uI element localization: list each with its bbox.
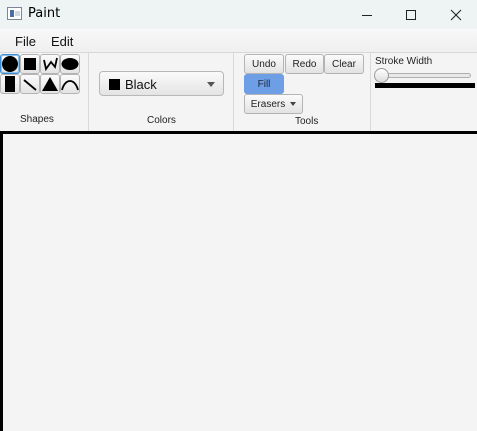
circle-icon [2, 56, 18, 72]
ellipse-icon [61, 58, 79, 70]
menu-file[interactable]: File [15, 34, 36, 49]
line-icon [23, 79, 37, 91]
menu-bar: File Edit [0, 29, 477, 53]
paint-app-icon [7, 7, 22, 20]
stroke-width-slider-thumb[interactable] [374, 68, 389, 83]
shape-curve-button[interactable] [60, 74, 80, 94]
color-select-value: Black [125, 77, 157, 92]
square-icon [24, 58, 36, 70]
triangle-icon [42, 77, 58, 91]
separator [370, 53, 371, 131]
shape-line-button[interactable] [20, 74, 40, 94]
stroke-width-label: Stroke Width [375, 56, 433, 67]
maximize-icon [406, 9, 416, 20]
stroke-width-slider-track[interactable] [378, 73, 471, 78]
minimize-button[interactable] [345, 0, 389, 29]
shape-rectangle-button[interactable] [0, 74, 20, 94]
fill-toggle-button[interactable]: Fill [244, 74, 284, 94]
shape-ellipse-button[interactable] [60, 54, 80, 74]
drawing-canvas[interactable] [0, 131, 477, 431]
separator [233, 53, 234, 131]
redo-button[interactable]: Redo [285, 54, 324, 74]
shape-triangle-button[interactable] [40, 74, 60, 94]
chevron-down-icon [207, 82, 215, 87]
close-icon [450, 9, 462, 20]
color-swatch [109, 79, 120, 90]
shapes-group-label: Shapes [20, 114, 54, 125]
title-bar: Paint [0, 0, 477, 29]
close-button[interactable] [434, 0, 477, 29]
curve-icon [61, 80, 79, 91]
maximize-button[interactable] [389, 0, 433, 29]
color-select[interactable]: Black [99, 71, 224, 96]
rectangle-icon [5, 76, 15, 92]
paint-window: Paint File Edit Shapes Black Colors Undo… [0, 0, 477, 431]
chevron-down-icon [290, 102, 297, 106]
shape-circle-button[interactable] [0, 54, 20, 74]
tools-group-label: Tools [295, 116, 319, 127]
stroke-width-preview [375, 83, 475, 88]
minimize-icon [362, 14, 372, 16]
erasers-label: Erasers [250, 98, 286, 110]
undo-button[interactable]: Undo [244, 54, 284, 74]
window-title: Paint [28, 6, 61, 21]
clear-button[interactable]: Clear [324, 54, 364, 74]
shape-freehand-button[interactable] [40, 54, 60, 74]
erasers-menu-button[interactable]: Erasers [244, 94, 303, 114]
freehand-icon [43, 57, 58, 72]
colors-group-label: Colors [147, 115, 176, 126]
shape-square-button[interactable] [20, 54, 40, 74]
menu-edit[interactable]: Edit [51, 34, 73, 49]
separator [88, 53, 89, 131]
